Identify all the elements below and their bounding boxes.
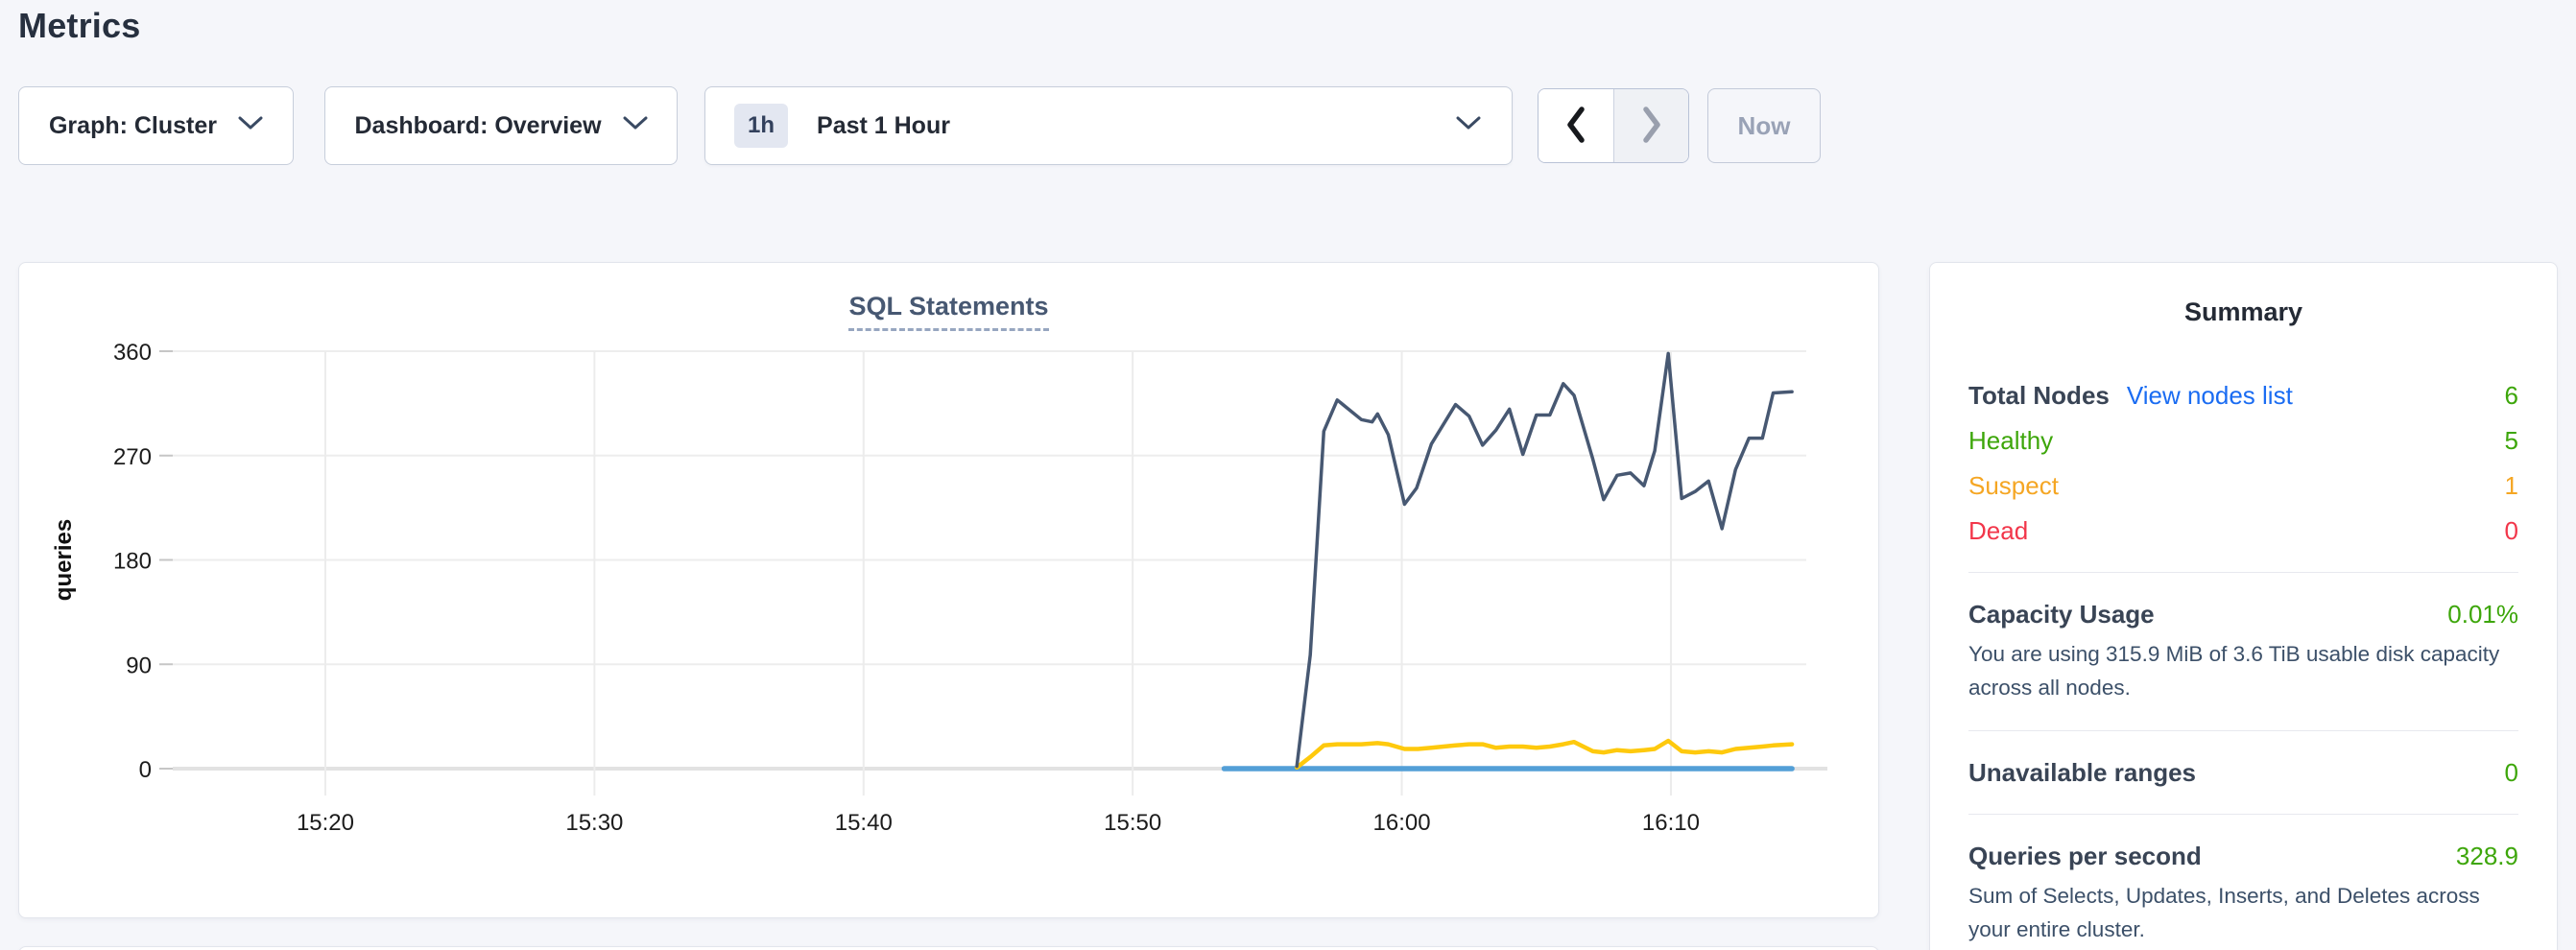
queries-per-second-section: Queries per second 328.9 Sum of Selects,… <box>1968 840 2518 947</box>
summary-panel: Summary Total Nodes View nodes list 6 He… <box>1929 262 2558 950</box>
unavailable-ranges-label: Unavailable ranges <box>1968 756 2196 789</box>
dashboard-dropdown-label: Dashboard: Overview <box>354 112 601 140</box>
chart-title[interactable]: SQL Statements <box>848 292 1048 331</box>
suspect-nodes-row: Suspect 1 <box>1968 469 2518 502</box>
time-range-badge: 1h <box>734 104 788 148</box>
healthy-label: Healthy <box>1968 424 2053 457</box>
main-content: SQL Statements 0 90 180 270 360 15:20 15:30 15:… <box>18 262 2558 950</box>
healthy-value: 5 <box>2505 424 2518 457</box>
suspect-label: Suspect <box>1968 469 2059 502</box>
chart-gridlines <box>159 351 1827 796</box>
time-range-label: Past 1 Hour <box>817 112 950 140</box>
queries-per-second-caption: Sum of Selects, Updates, Inserts, and De… <box>1968 880 2518 947</box>
unavailable-ranges-section: Unavailable ranges 0 <box>1968 756 2518 789</box>
x-axis-tick-label: 16:10 <box>1642 810 1700 836</box>
capacity-usage-label: Capacity Usage <box>1968 598 2155 630</box>
chevron-down-icon <box>238 116 263 135</box>
y-axis-tick-label: 90 <box>126 653 152 678</box>
capacity-usage-value: 0.01% <box>2447 598 2518 630</box>
charts-column: SQL Statements 0 90 180 270 360 15:20 15:30 15:… <box>18 262 1879 950</box>
x-axis-tick-label: 16:00 <box>1373 810 1431 836</box>
time-range-selector[interactable]: 1h Past 1 Hour <box>704 86 1513 165</box>
next-time-button[interactable] <box>1613 89 1688 162</box>
view-nodes-list-link[interactable]: View nodes list <box>2127 379 2293 412</box>
now-button[interactable]: Now <box>1707 88 1821 163</box>
x-axis-tick-label: 15:40 <box>835 810 893 836</box>
chevron-right-icon <box>1640 104 1663 149</box>
sql-statements-chart-card: SQL Statements 0 90 180 270 360 15:20 15:30 15:… <box>18 262 1879 918</box>
y-axis-tick-label: 270 <box>113 444 152 470</box>
x-axis-tick-label: 15:30 <box>565 810 623 836</box>
y-axis-tick-label: 180 <box>113 549 152 575</box>
capacity-usage-caption: You are using 315.9 MiB of 3.6 TiB usabl… <box>1968 638 2518 705</box>
chevron-down-icon <box>623 116 648 135</box>
series-yellow-line <box>1297 741 1792 768</box>
suspect-value: 1 <box>2505 469 2518 502</box>
x-axis-tick-label: 15:20 <box>297 810 354 836</box>
summary-title: Summary <box>1968 297 2518 327</box>
unavailable-ranges-value: 0 <box>2505 756 2518 789</box>
chart-axis-labels: 0 90 180 270 360 15:20 15:30 15:40 15:50 16:00 16:… <box>51 340 1700 836</box>
y-axis-title: queries <box>51 519 77 601</box>
next-chart-card-partial <box>18 946 1879 950</box>
total-nodes-value: 6 <box>2505 379 2518 412</box>
healthy-nodes-row: Healthy 5 <box>1968 424 2518 457</box>
chart-series <box>1225 353 1793 769</box>
dashboard-dropdown[interactable]: Dashboard: Overview <box>324 86 678 165</box>
time-step-button-group <box>1538 88 1689 163</box>
graph-dropdown[interactable]: Graph: Cluster <box>18 86 294 165</box>
sql-statements-chart[interactable]: 0 90 180 270 360 15:20 15:30 15:40 15:50 16:00 16:… <box>19 339 1878 876</box>
prev-time-button[interactable] <box>1538 89 1613 162</box>
total-nodes-row: Total Nodes View nodes list 6 <box>1968 379 2518 412</box>
chevron-down-icon <box>1456 116 1481 135</box>
dead-label: Dead <box>1968 514 2028 547</box>
page-title: Metrics <box>18 6 2558 46</box>
graph-dropdown-label: Graph: Cluster <box>49 112 217 140</box>
dead-nodes-row: Dead 0 <box>1968 514 2518 547</box>
x-axis-tick-label: 15:50 <box>1104 810 1161 836</box>
chart-title-row: SQL Statements <box>19 292 1878 331</box>
total-nodes-label: Total Nodes <box>1968 379 2110 412</box>
divider <box>1968 730 2518 731</box>
controls-bar: Graph: Cluster Dashboard: Overview 1h Pa… <box>18 86 2558 165</box>
chevron-left-icon <box>1564 104 1587 149</box>
queries-per-second-value: 328.9 <box>2456 840 2518 872</box>
capacity-usage-section: Capacity Usage 0.01% You are using 315.9… <box>1968 598 2518 705</box>
dead-value: 0 <box>2505 514 2518 547</box>
y-axis-tick-label: 0 <box>139 757 152 783</box>
divider <box>1968 814 2518 815</box>
queries-per-second-label: Queries per second <box>1968 840 2202 872</box>
divider <box>1968 572 2518 573</box>
metrics-page: Metrics Graph: Cluster Dashboard: Overvi… <box>0 0 2576 950</box>
y-axis-tick-label: 360 <box>113 340 152 366</box>
